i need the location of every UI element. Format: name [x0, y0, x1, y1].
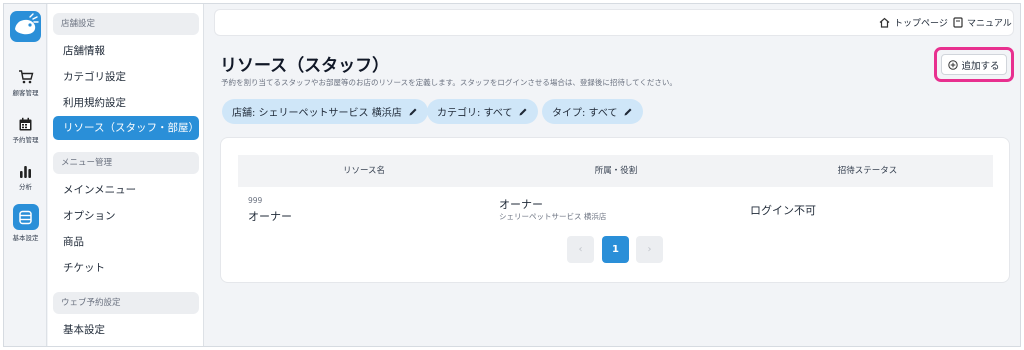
page-title: リソース（スタッフ）: [220, 56, 390, 76]
filter-chip-store[interactable]: 店舗: シェリーペットサービス 横浜店: [222, 99, 428, 124]
top-bar: トップページ マニュアル: [214, 9, 1014, 36]
add-button[interactable]: 追加する: [941, 54, 1007, 75]
sidebar-item-terms-settings[interactable]: 利用規約設定: [53, 91, 199, 115]
rail-item-basic-settings[interactable]: 基本設定: [4, 204, 47, 242]
resource-store: シェリーペットサービス 横浜店: [499, 212, 607, 221]
section-heading-menu: メニュー管理: [53, 152, 199, 174]
invite-status: ログイン不可: [750, 204, 816, 217]
pagination-next[interactable]: ›: [636, 236, 663, 263]
page-description: 予約を割り当てるスタッフやお部屋等のお店のリソースを定義します。スタッフをログイ…: [221, 78, 677, 87]
database-icon: [19, 210, 32, 224]
column-header-role: 所属・役割: [594, 166, 638, 176]
column-header-resource-name: リソース名: [342, 166, 386, 176]
app-logo[interactable]: [10, 11, 41, 42]
sidebar-item-main-menu[interactable]: メインメニュー: [53, 178, 199, 202]
filter-chip-type[interactable]: タイプ: すべて: [542, 99, 644, 124]
pencil-icon: [624, 108, 632, 115]
filter-chip-label: 店舗: シェリーペットサービス 横浜店: [232, 108, 402, 119]
sidebar-item-basic-settings[interactable]: 基本設定: [53, 318, 199, 342]
filter-chip-category[interactable]: カテゴリ: すべて: [427, 99, 539, 124]
rail-item-customers[interactable]: 顧客管理: [4, 69, 47, 97]
section-heading-web-reservation: ウェブ予約設定: [53, 292, 199, 314]
pencil-icon: [519, 108, 527, 115]
filter-chip-label: カテゴリ: すべて: [437, 108, 513, 119]
rail-label: 予約管理: [12, 136, 39, 144]
sidebar-item-tickets[interactable]: チケット: [53, 256, 199, 280]
book-icon: [953, 17, 963, 28]
add-button-label: 追加する: [961, 60, 1000, 72]
rail-item-reservations[interactable]: 予約管理: [4, 117, 47, 144]
filter-chip-label: タイプ: すべて: [552, 108, 618, 119]
resource-role: オーナー: [499, 198, 543, 211]
sidebar-item-store-info[interactable]: 店舗情報: [53, 39, 199, 63]
sidebar-item-category-settings[interactable]: カテゴリ設定: [53, 65, 199, 89]
resource-id: 999: [248, 196, 263, 205]
pencil-icon: [409, 108, 417, 115]
sidebar-item-products[interactable]: 商品: [53, 230, 199, 254]
rail-item-analytics[interactable]: 分析: [4, 164, 47, 191]
sidebar-item-resources[interactable]: リソース（スタッフ・部屋）: [53, 116, 199, 140]
home-icon: [879, 17, 890, 28]
settings-sidebar: 店舗設定 店舗情報 カテゴリ設定 利用規約設定 リソース（スタッフ・部屋） メニ…: [48, 4, 204, 346]
rail-label: 分析: [19, 183, 32, 191]
top-page-label: トップページ: [894, 19, 948, 29]
pagination-prev[interactable]: ‹: [567, 236, 594, 263]
cart-icon: [18, 70, 33, 84]
calendar-icon: [19, 117, 32, 131]
plus-circle-icon: [948, 59, 959, 70]
manual-link[interactable]: マニュアル: [953, 16, 1012, 29]
top-page-link[interactable]: トップページ: [879, 16, 948, 29]
rail-label: 基本設定: [12, 234, 39, 242]
app-window: 顧客管理 予約管理 分析 基本設定 店舗設定 店舗情報 カテゴリ設定 利用規約設…: [3, 3, 1021, 347]
column-header-invite-status: 招待ステータス: [837, 166, 898, 176]
table-header: リソース名 所属・役割 招待ステータス: [238, 155, 993, 187]
manual-label: マニュアル: [967, 19, 1012, 29]
bar-chart-icon: [20, 166, 31, 178]
resource-name: オーナー: [248, 210, 292, 223]
sidebar-item-options[interactable]: オプション: [53, 204, 199, 228]
rail-label: 顧客管理: [12, 89, 39, 97]
section-heading-store: 店舗設定: [53, 13, 199, 35]
nav-rail: 顧客管理 予約管理 分析 基本設定: [4, 4, 47, 346]
pagination-page-current[interactable]: 1: [602, 236, 629, 263]
